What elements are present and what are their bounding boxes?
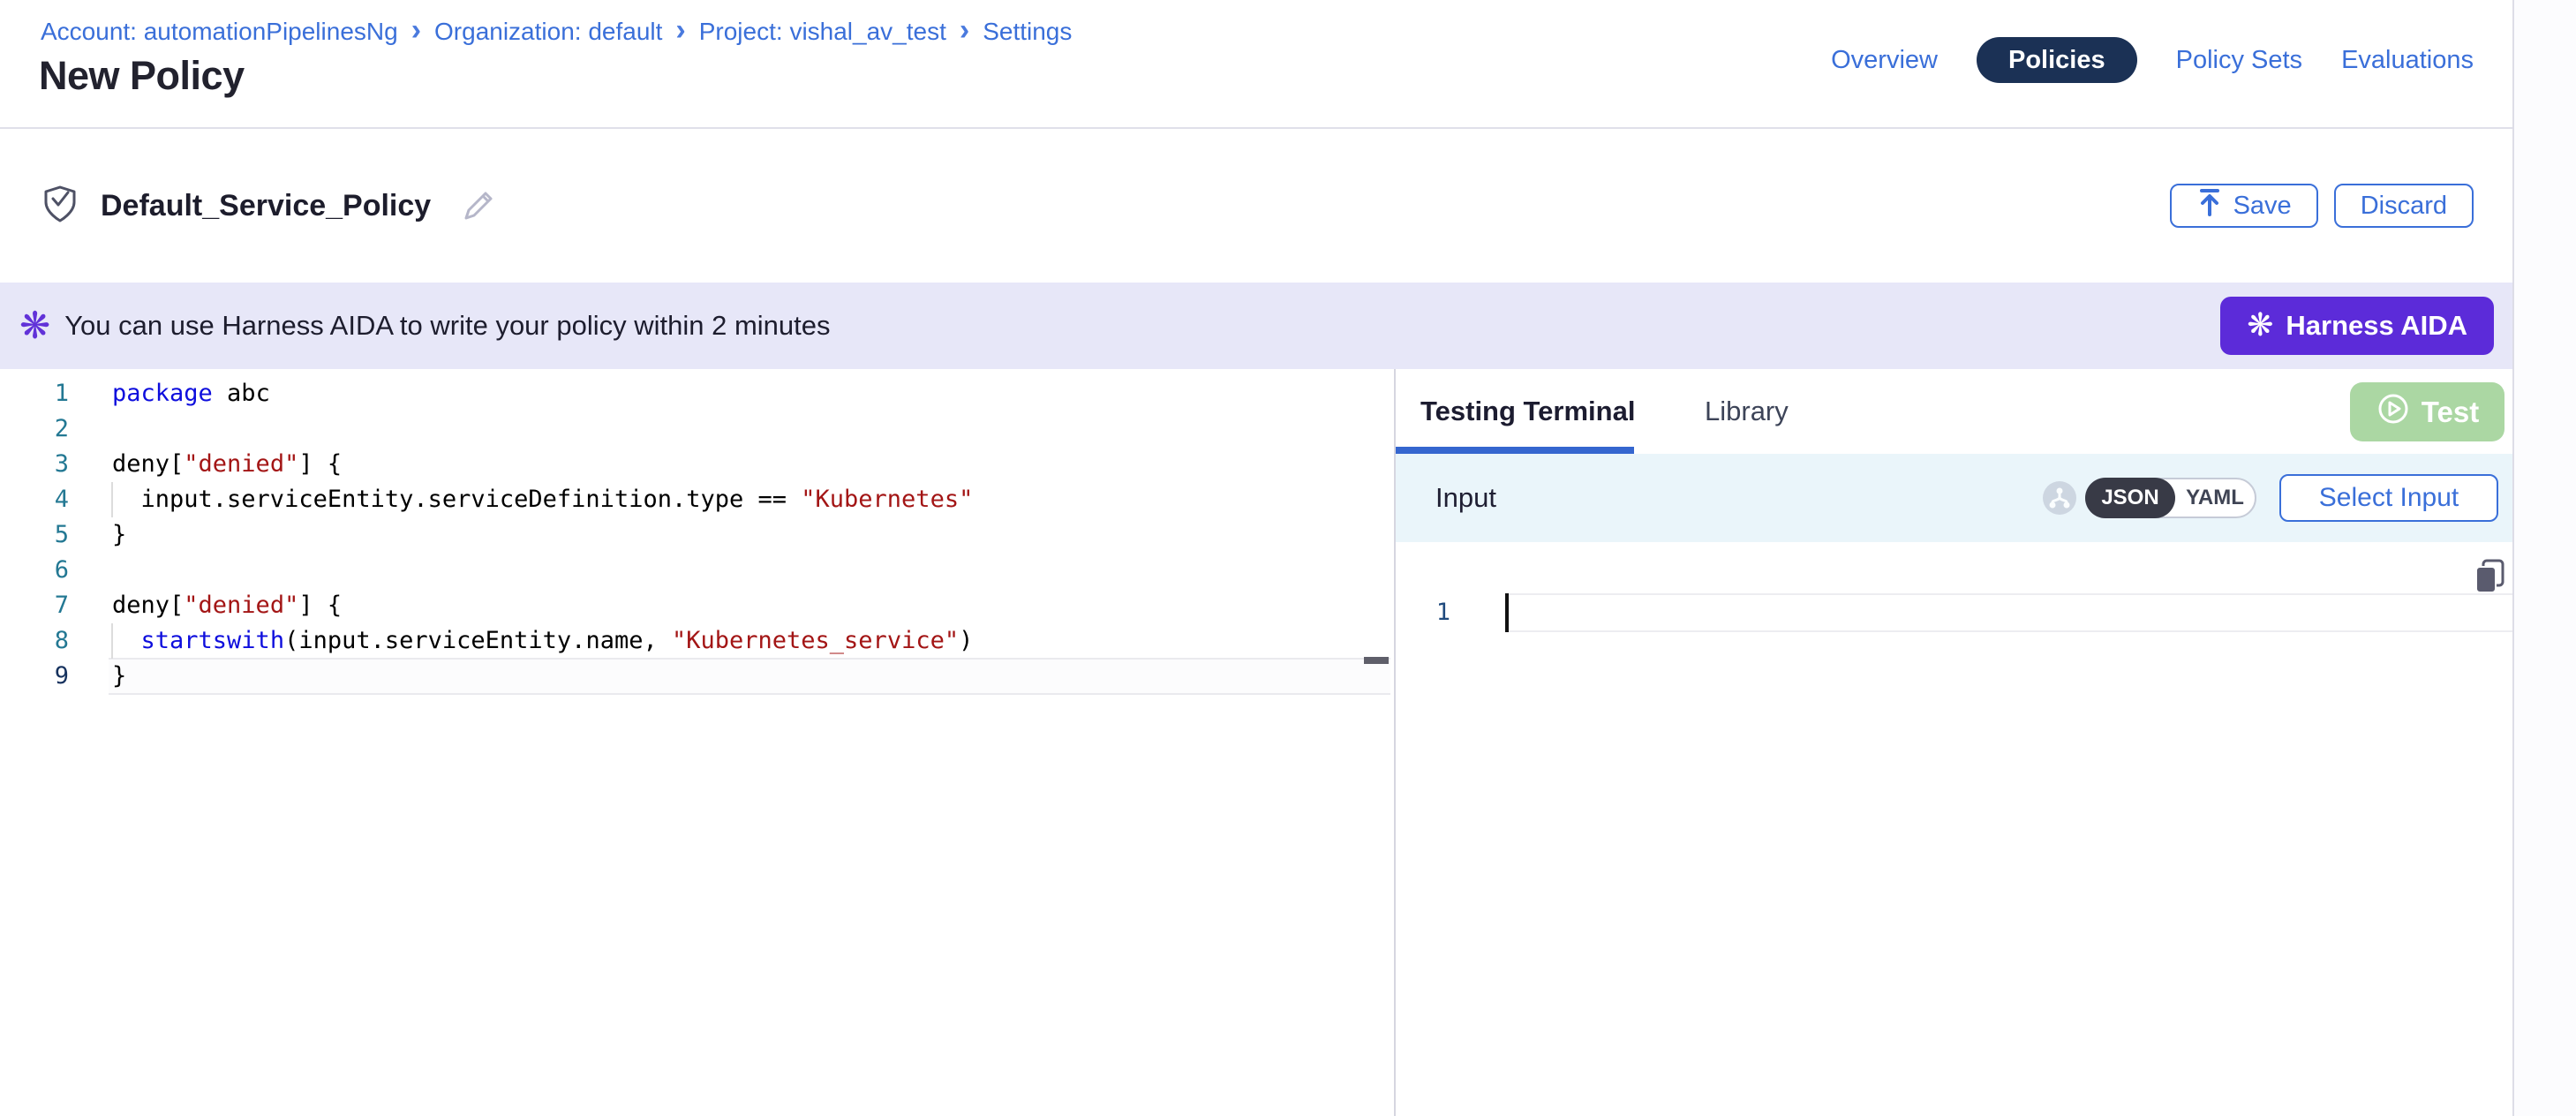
code-text: package abc: [112, 376, 270, 411]
save-button[interactable]: Save: [2170, 184, 2318, 228]
code-line[interactable]: 1 package abc: [0, 376, 1394, 411]
toggle-option-yaml[interactable]: YAML: [2175, 479, 2255, 517]
chevron-right-icon: ›: [960, 15, 969, 45]
text-cursor: [1505, 593, 1509, 632]
current-line-highlight: [1505, 593, 2512, 632]
input-line-number: 1: [1396, 593, 1450, 632]
input-toolbar: Input JSON YAML: [1396, 454, 2512, 542]
toggle-option-json[interactable]: JSON: [2085, 478, 2175, 518]
code-line[interactable]: 8 startswith(input.serviceEntity.name, "…: [0, 623, 1394, 659]
right-page-gutter: [2512, 0, 2576, 1116]
policy-name: Default_Service_Policy: [101, 189, 431, 223]
copy-button[interactable]: [2470, 556, 2509, 597]
overview-ruler-cursor-marker: [1364, 657, 1389, 664]
line-number: 8: [0, 623, 69, 659]
line-number: 2: [0, 411, 69, 447]
code-text: input.serviceEntity.serviceDefinition.ty…: [112, 482, 973, 517]
nav-item-policy-sets[interactable]: Policy Sets: [2176, 46, 2302, 75]
line-number: 3: [0, 447, 69, 482]
copy-icon: [2470, 556, 2509, 597]
aida-flower-icon: ❋: [2247, 310, 2273, 342]
breadcrumb: Account: automationPipelinesNg › Organiz…: [41, 18, 1072, 46]
toolbar-actions: Save Discard: [2170, 129, 2474, 283]
pencil-icon: [461, 188, 496, 223]
discard-button-label: Discard: [2361, 192, 2447, 221]
breadcrumb-organization[interactable]: Organization: default: [434, 18, 662, 46]
new-policy-page: Account: automationPipelinesNg › Organiz…: [0, 0, 2576, 1116]
code-text: deny["denied"] {: [112, 447, 342, 482]
policy-name-group: Default_Service_Policy: [41, 129, 496, 283]
select-input-label: Select Input: [2319, 483, 2459, 513]
line-number: 7: [0, 588, 69, 623]
policy-nav-tabs: Overview Policies Policy Sets Evaluation…: [1831, 0, 2474, 120]
edit-policy-name-button[interactable]: [461, 188, 496, 223]
code-line[interactable]: 9}: [0, 659, 1394, 694]
select-input-button[interactable]: Select Input: [2279, 474, 2498, 522]
chevron-right-icon: ›: [675, 15, 685, 45]
aida-banner: ❋ You can use Harness AIDA to write your…: [0, 283, 2512, 369]
code-line[interactable]: 3 deny["denied"] {: [0, 447, 1394, 482]
line-number: 4: [0, 482, 69, 517]
code-line[interactable]: 6: [0, 553, 1394, 588]
chevron-right-icon: ›: [411, 15, 421, 45]
aida-banner-message: You can use Harness AIDA to write your p…: [64, 310, 830, 342]
save-button-label: Save: [2233, 192, 2292, 221]
test-button[interactable]: Test: [2350, 382, 2504, 441]
line-number: 6: [0, 553, 69, 588]
nav-item-overview[interactable]: Overview: [1831, 46, 1938, 75]
code-text: }: [112, 517, 126, 553]
branch-icon: [2041, 479, 2078, 517]
line-number: 5: [0, 517, 69, 553]
input-section-label: Input: [1435, 454, 1496, 542]
code-text: }: [112, 659, 126, 694]
code-line[interactable]: 4 input.serviceEntity.serviceDefinition.…: [0, 482, 1394, 517]
nav-item-evaluations[interactable]: Evaluations: [2341, 46, 2474, 75]
main-area: 1package abc23deny["denied"] {4 input.se…: [0, 369, 2512, 1116]
active-tab-underline: [1396, 447, 1634, 454]
code-line[interactable]: 5}: [0, 517, 1394, 553]
harness-aida-button-label: Harness AIDA: [2286, 310, 2467, 342]
aida-flower-icon: ❋: [19, 307, 50, 344]
terminal-tabs-row: Testing Terminal Library Test: [1396, 369, 2512, 454]
test-button-label: Test: [2422, 396, 2479, 429]
json-yaml-toggle[interactable]: JSON YAML: [2085, 478, 2256, 518]
harness-aida-button[interactable]: ❋ Harness AIDA: [2220, 297, 2494, 355]
page-title: New Policy: [39, 53, 245, 99]
nav-item-policies[interactable]: Policies: [1977, 37, 2137, 83]
testing-terminal-panel: Testing Terminal Library Test: [1396, 369, 2512, 1116]
page-content: Account: automationPipelinesNg › Organiz…: [0, 0, 2512, 1116]
discard-button[interactable]: Discard: [2334, 184, 2474, 228]
shield-check-icon: [41, 184, 79, 229]
breadcrumb-settings[interactable]: Settings: [983, 18, 1072, 46]
breadcrumb-project[interactable]: Project: vishal_av_test: [699, 18, 946, 46]
play-circle-icon: [2376, 391, 2411, 434]
page-header: Account: automationPipelinesNg › Organiz…: [0, 0, 2512, 129]
code-text: deny["denied"] {: [112, 588, 342, 623]
line-number: 1: [0, 376, 69, 411]
policy-code-editor[interactable]: 1package abc23deny["denied"] {4 input.se…: [0, 369, 1394, 1116]
line-number: 9: [0, 659, 69, 694]
tab-library[interactable]: Library: [1705, 369, 1789, 454]
code-line[interactable]: 2: [0, 411, 1394, 447]
policy-toolbar: Default_Service_Policy: [0, 129, 2512, 283]
code-text: startswith(input.serviceEntity.name, "Ku…: [112, 623, 973, 659]
code-area: 1package abc23deny["denied"] {4 input.se…: [0, 376, 1394, 694]
upload-icon: [2196, 187, 2223, 224]
tab-testing-terminal[interactable]: Testing Terminal: [1420, 369, 1635, 454]
input-editor[interactable]: 1: [1396, 542, 2512, 1116]
code-line[interactable]: 7 deny["denied"] {: [0, 588, 1394, 623]
breadcrumb-account[interactable]: Account: automationPipelinesNg: [41, 18, 398, 46]
